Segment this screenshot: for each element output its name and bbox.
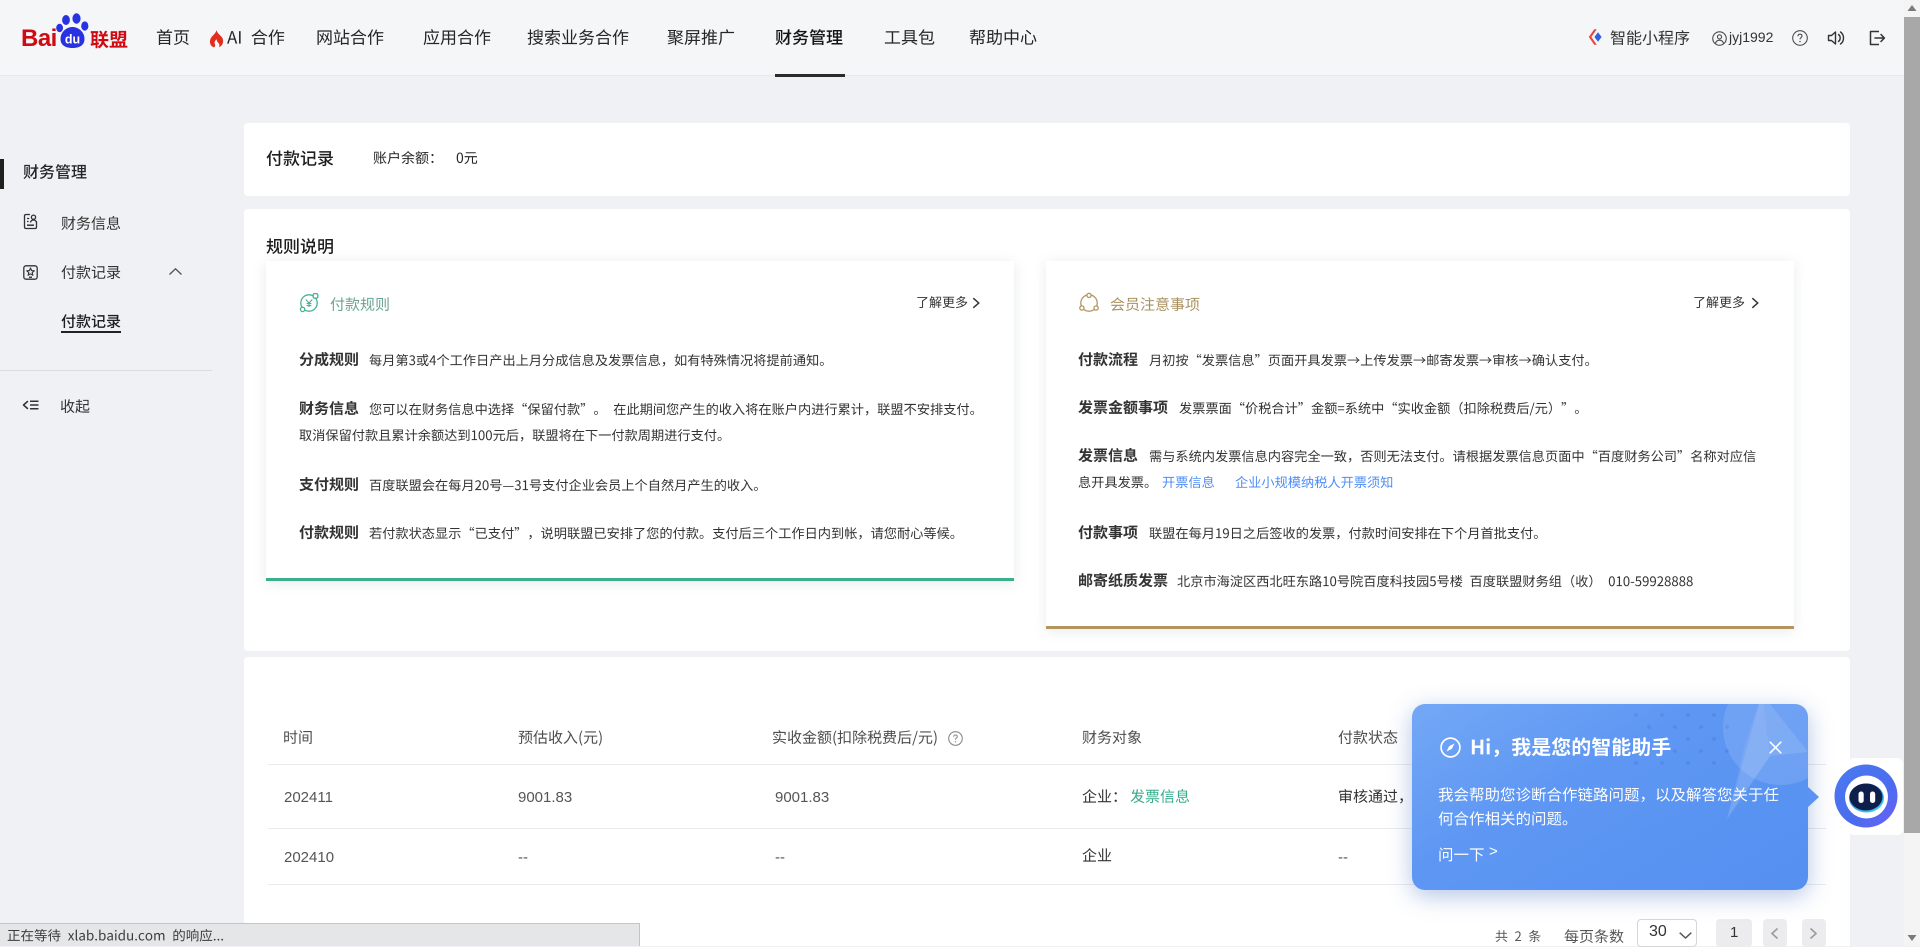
- svg-text:du: du: [65, 33, 80, 47]
